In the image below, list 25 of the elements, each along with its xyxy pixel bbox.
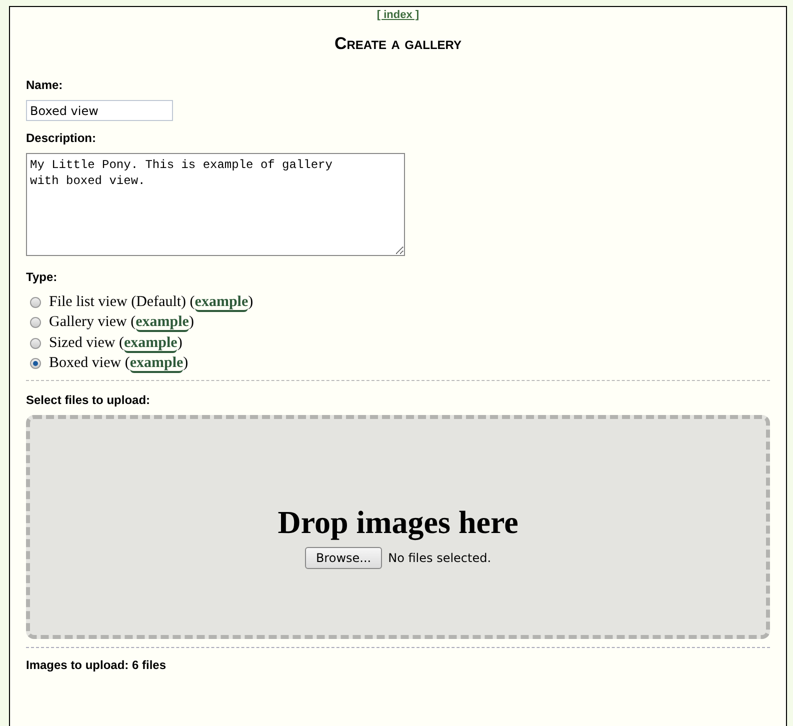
name-field[interactable]: Boxed view: [26, 100, 173, 121]
description-field[interactable]: My Little Pony. This is example of gallery with boxed view.: [26, 153, 405, 256]
example-link[interactable]: example: [136, 314, 189, 332]
field-label: Select files to upload:: [26, 393, 152, 407]
browse-button[interactable]: Browse...: [304, 546, 382, 568]
radio-button[interactable]: [30, 358, 41, 370]
radio-button[interactable]: [30, 317, 41, 328]
option-label: File list view (Default) (example): [49, 294, 254, 311]
option-label: Sized view (example): [49, 334, 182, 352]
example-link[interactable]: example: [130, 355, 184, 374]
upload-count: Images to upload: 6 files: [26, 658, 168, 672]
field-label: Name:: [26, 78, 64, 92]
example-link[interactable]: example: [124, 334, 178, 353]
page-title: Create a gallery: [333, 34, 463, 54]
radio-button[interactable]: [30, 296, 41, 308]
field-label: Description:: [26, 131, 98, 145]
drop-zone[interactable]: Drop images here Browse... No files selected.: [26, 415, 770, 639]
index-link[interactable]: [ index ]: [376, 9, 420, 21]
file-status: No files selected.: [388, 550, 492, 564]
drop-text: Drop images here: [278, 504, 518, 540]
option-label: Boxed view (example): [49, 355, 188, 372]
example-link[interactable]: example: [194, 294, 248, 312]
radio-button[interactable]: [30, 338, 41, 349]
option-label: Gallery view (example): [49, 314, 194, 332]
field-label: Type:: [26, 270, 58, 284]
